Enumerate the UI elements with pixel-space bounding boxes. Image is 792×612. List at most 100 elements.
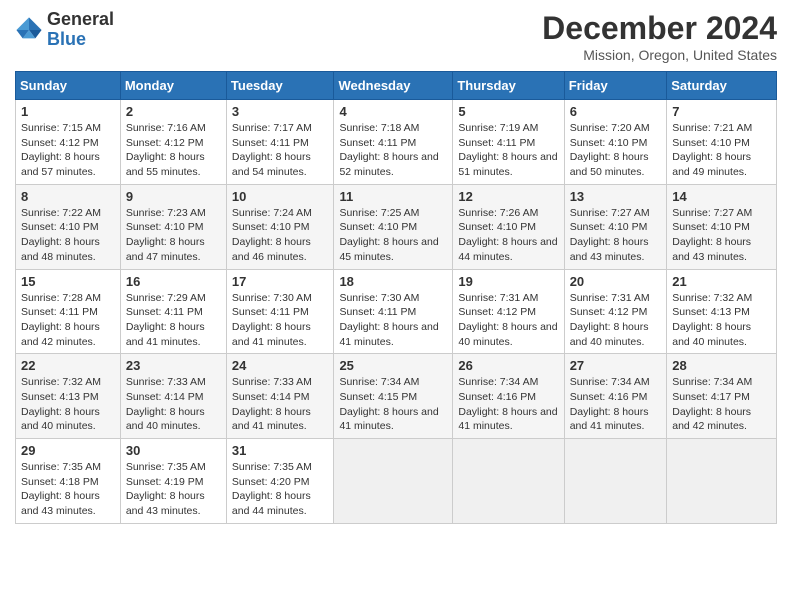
calendar-cell: 18 Sunrise: 7:30 AMSunset: 4:11 PMDaylig… — [334, 269, 453, 354]
month-title: December 2024 — [542, 10, 777, 47]
calendar-cell: 3 Sunrise: 7:17 AMSunset: 4:11 PMDayligh… — [226, 100, 334, 185]
calendar-cell: 15 Sunrise: 7:28 AMSunset: 4:11 PMDaylig… — [16, 269, 121, 354]
day-number: 11 — [339, 189, 447, 204]
calendar-cell: 11 Sunrise: 7:25 AMSunset: 4:10 PMDaylig… — [334, 184, 453, 269]
day-number: 21 — [672, 274, 771, 289]
day-info: Sunrise: 7:21 AMSunset: 4:10 PMDaylight:… — [672, 122, 752, 178]
day-number: 29 — [21, 443, 115, 458]
day-info: Sunrise: 7:20 AMSunset: 4:10 PMDaylight:… — [570, 122, 650, 178]
title-area: December 2024 Mission, Oregon, United St… — [542, 10, 777, 63]
weekday-header-friday: Friday — [564, 72, 667, 100]
day-number: 10 — [232, 189, 329, 204]
day-number: 16 — [126, 274, 221, 289]
calendar-cell — [667, 439, 777, 524]
day-info: Sunrise: 7:33 AMSunset: 4:14 PMDaylight:… — [126, 376, 206, 432]
calendar-cell — [334, 439, 453, 524]
day-number: 14 — [672, 189, 771, 204]
day-info: Sunrise: 7:19 AMSunset: 4:11 PMDaylight:… — [458, 122, 557, 178]
calendar-cell: 28 Sunrise: 7:34 AMSunset: 4:17 PMDaylig… — [667, 354, 777, 439]
weekday-header-tuesday: Tuesday — [226, 72, 334, 100]
calendar-cell: 9 Sunrise: 7:23 AMSunset: 4:10 PMDayligh… — [120, 184, 226, 269]
calendar-cell: 13 Sunrise: 7:27 AMSunset: 4:10 PMDaylig… — [564, 184, 667, 269]
calendar-cell: 16 Sunrise: 7:29 AMSunset: 4:11 PMDaylig… — [120, 269, 226, 354]
logo: General Blue — [15, 10, 114, 50]
day-info: Sunrise: 7:34 AMSunset: 4:17 PMDaylight:… — [672, 376, 752, 432]
weekday-header-monday: Monday — [120, 72, 226, 100]
day-number: 30 — [126, 443, 221, 458]
day-info: Sunrise: 7:17 AMSunset: 4:11 PMDaylight:… — [232, 122, 312, 178]
day-info: Sunrise: 7:30 AMSunset: 4:11 PMDaylight:… — [339, 292, 438, 348]
calendar-cell: 24 Sunrise: 7:33 AMSunset: 4:14 PMDaylig… — [226, 354, 334, 439]
page-header: General Blue December 2024 Mission, Oreg… — [15, 10, 777, 63]
day-info: Sunrise: 7:25 AMSunset: 4:10 PMDaylight:… — [339, 207, 438, 263]
day-number: 1 — [21, 104, 115, 119]
logo-blue-text: Blue — [47, 30, 114, 50]
day-info: Sunrise: 7:27 AMSunset: 4:10 PMDaylight:… — [672, 207, 752, 263]
day-info: Sunrise: 7:18 AMSunset: 4:11 PMDaylight:… — [339, 122, 438, 178]
calendar-week-row: 8 Sunrise: 7:22 AMSunset: 4:10 PMDayligh… — [16, 184, 777, 269]
logo-general-text: General — [47, 10, 114, 30]
day-info: Sunrise: 7:31 AMSunset: 4:12 PMDaylight:… — [458, 292, 557, 348]
day-number: 22 — [21, 358, 115, 373]
day-number: 31 — [232, 443, 329, 458]
calendar-cell: 12 Sunrise: 7:26 AMSunset: 4:10 PMDaylig… — [453, 184, 564, 269]
day-info: Sunrise: 7:29 AMSunset: 4:11 PMDaylight:… — [126, 292, 206, 348]
day-number: 7 — [672, 104, 771, 119]
day-info: Sunrise: 7:32 AMSunset: 4:13 PMDaylight:… — [21, 376, 101, 432]
day-number: 19 — [458, 274, 558, 289]
calendar-table: SundayMondayTuesdayWednesdayThursdayFrid… — [15, 71, 777, 524]
day-info: Sunrise: 7:34 AMSunset: 4:16 PMDaylight:… — [570, 376, 650, 432]
weekday-header-sunday: Sunday — [16, 72, 121, 100]
calendar-cell: 30 Sunrise: 7:35 AMSunset: 4:19 PMDaylig… — [120, 439, 226, 524]
calendar-cell — [453, 439, 564, 524]
calendar-cell: 23 Sunrise: 7:33 AMSunset: 4:14 PMDaylig… — [120, 354, 226, 439]
calendar-cell: 29 Sunrise: 7:35 AMSunset: 4:18 PMDaylig… — [16, 439, 121, 524]
logo-text: General Blue — [47, 10, 114, 50]
location-subtitle: Mission, Oregon, United States — [542, 47, 777, 63]
day-info: Sunrise: 7:34 AMSunset: 4:16 PMDaylight:… — [458, 376, 557, 432]
calendar-week-row: 29 Sunrise: 7:35 AMSunset: 4:18 PMDaylig… — [16, 439, 777, 524]
day-number: 3 — [232, 104, 329, 119]
day-info: Sunrise: 7:24 AMSunset: 4:10 PMDaylight:… — [232, 207, 312, 263]
logo-icon — [15, 16, 43, 44]
day-info: Sunrise: 7:30 AMSunset: 4:11 PMDaylight:… — [232, 292, 312, 348]
calendar-week-row: 22 Sunrise: 7:32 AMSunset: 4:13 PMDaylig… — [16, 354, 777, 439]
calendar-cell: 6 Sunrise: 7:20 AMSunset: 4:10 PMDayligh… — [564, 100, 667, 185]
calendar-cell: 25 Sunrise: 7:34 AMSunset: 4:15 PMDaylig… — [334, 354, 453, 439]
day-number: 2 — [126, 104, 221, 119]
calendar-cell: 14 Sunrise: 7:27 AMSunset: 4:10 PMDaylig… — [667, 184, 777, 269]
day-info: Sunrise: 7:23 AMSunset: 4:10 PMDaylight:… — [126, 207, 206, 263]
day-number: 15 — [21, 274, 115, 289]
weekday-header-wednesday: Wednesday — [334, 72, 453, 100]
day-number: 17 — [232, 274, 329, 289]
day-number: 20 — [570, 274, 662, 289]
day-number: 12 — [458, 189, 558, 204]
day-info: Sunrise: 7:22 AMSunset: 4:10 PMDaylight:… — [21, 207, 101, 263]
day-number: 18 — [339, 274, 447, 289]
day-info: Sunrise: 7:28 AMSunset: 4:11 PMDaylight:… — [21, 292, 101, 348]
day-info: Sunrise: 7:15 AMSunset: 4:12 PMDaylight:… — [21, 122, 101, 178]
calendar-cell: 21 Sunrise: 7:32 AMSunset: 4:13 PMDaylig… — [667, 269, 777, 354]
day-number: 24 — [232, 358, 329, 373]
day-info: Sunrise: 7:16 AMSunset: 4:12 PMDaylight:… — [126, 122, 206, 178]
day-number: 4 — [339, 104, 447, 119]
calendar-cell: 10 Sunrise: 7:24 AMSunset: 4:10 PMDaylig… — [226, 184, 334, 269]
calendar-cell: 4 Sunrise: 7:18 AMSunset: 4:11 PMDayligh… — [334, 100, 453, 185]
calendar-week-row: 1 Sunrise: 7:15 AMSunset: 4:12 PMDayligh… — [16, 100, 777, 185]
day-number: 23 — [126, 358, 221, 373]
calendar-cell: 20 Sunrise: 7:31 AMSunset: 4:12 PMDaylig… — [564, 269, 667, 354]
calendar-cell: 1 Sunrise: 7:15 AMSunset: 4:12 PMDayligh… — [16, 100, 121, 185]
day-info: Sunrise: 7:35 AMSunset: 4:20 PMDaylight:… — [232, 461, 312, 517]
day-number: 27 — [570, 358, 662, 373]
day-number: 28 — [672, 358, 771, 373]
calendar-cell: 5 Sunrise: 7:19 AMSunset: 4:11 PMDayligh… — [453, 100, 564, 185]
day-number: 8 — [21, 189, 115, 204]
day-number: 9 — [126, 189, 221, 204]
day-info: Sunrise: 7:27 AMSunset: 4:10 PMDaylight:… — [570, 207, 650, 263]
calendar-cell: 31 Sunrise: 7:35 AMSunset: 4:20 PMDaylig… — [226, 439, 334, 524]
calendar-cell: 17 Sunrise: 7:30 AMSunset: 4:11 PMDaylig… — [226, 269, 334, 354]
day-info: Sunrise: 7:34 AMSunset: 4:15 PMDaylight:… — [339, 376, 438, 432]
weekday-header-thursday: Thursday — [453, 72, 564, 100]
calendar-cell: 26 Sunrise: 7:34 AMSunset: 4:16 PMDaylig… — [453, 354, 564, 439]
day-number: 26 — [458, 358, 558, 373]
